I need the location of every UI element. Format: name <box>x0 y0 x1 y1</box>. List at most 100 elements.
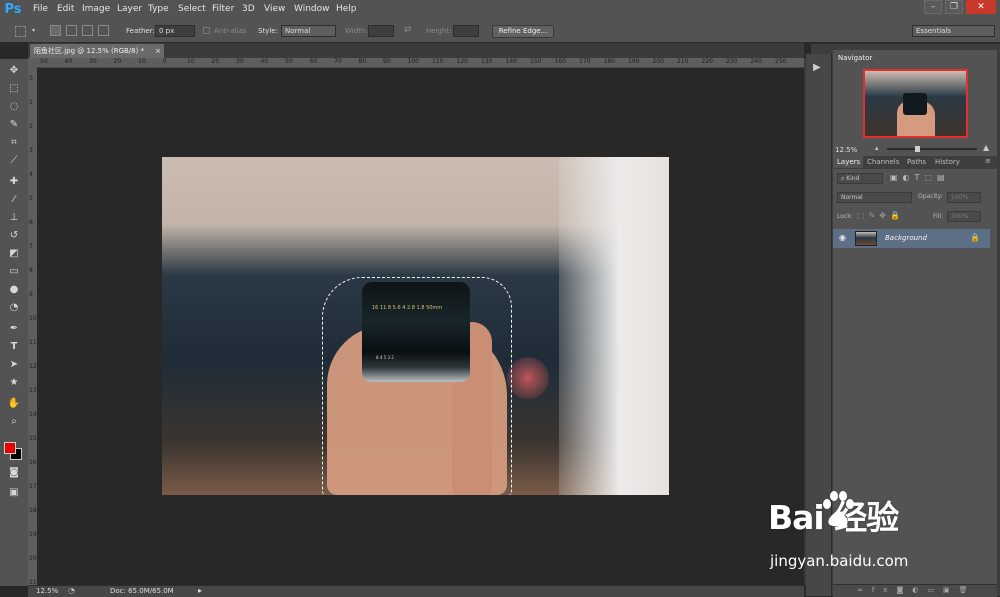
ruler-top-tick: 10 <box>138 58 146 65</box>
add-to-selection-icon[interactable] <box>66 25 77 36</box>
ruler-top-tick: 220 <box>701 58 713 65</box>
foreground-color-swatch[interactable] <box>4 442 16 454</box>
marquee-preset-icon[interactable] <box>15 26 26 37</box>
navigator-zoom-slider[interactable] <box>887 148 977 150</box>
navigator-thumbnail[interactable] <box>863 69 968 138</box>
clone-stamp-tool-icon[interactable]: ⊥ <box>6 210 22 225</box>
screen-mode-icon[interactable]: ▣ <box>6 485 22 500</box>
ruler-left-tick: 5 <box>29 195 33 202</box>
menu-layer[interactable]: Layer <box>117 3 142 16</box>
tab-history[interactable]: History <box>935 156 960 168</box>
quick-selection-tool-icon[interactable]: ✎ <box>6 117 22 132</box>
fill-input[interactable]: 100% <box>947 211 981 222</box>
eraser-tool-icon[interactable]: ◩ <box>6 246 22 261</box>
path-selection-tool-icon[interactable]: ➤ <box>6 357 22 372</box>
workspace-select[interactable]: Essentials <box>912 25 995 37</box>
tab-navigator[interactable]: Navigator <box>833 52 877 64</box>
ruler-origin[interactable] <box>28 58 37 67</box>
eye-visibility-icon[interactable]: ◉ <box>839 233 846 242</box>
eyedropper-tool-icon[interactable]: ⟋ <box>6 153 22 168</box>
menu-help[interactable]: Help <box>336 3 357 16</box>
pen-tool-icon[interactable]: ✒ <box>6 321 22 336</box>
width-input[interactable] <box>368 25 394 37</box>
marquee-tool-icon[interactable]: ⬚ <box>6 81 22 96</box>
filter-kind-select[interactable]: ⌕ Kind <box>837 173 883 184</box>
zoom-tool-icon[interactable]: ⌕ <box>6 414 22 429</box>
selection-marquee[interactable] <box>322 277 512 495</box>
filter-icons[interactable]: ▣◐T⬚▤ <box>890 173 950 182</box>
status-arrow-icon[interactable]: ▸ <box>198 586 202 595</box>
menu-3d[interactable]: 3D <box>242 3 255 16</box>
status-info-icon[interactable]: ◔ <box>68 586 75 595</box>
close-button[interactable]: ✕ <box>966 0 996 14</box>
crop-tool-icon[interactable]: ⌗ <box>6 135 22 150</box>
ruler-top-tick: 80 <box>358 58 367 65</box>
layer-action-icons[interactable]: ∞fx◙◐▭▣🗑 <box>857 586 976 594</box>
horizontal-ruler[interactable]: 50 40 30 20 10 0 10 20 30 40 50 60 70 80 90 100 110 120 13… <box>37 58 805 68</box>
menu-edit[interactable]: Edit <box>57 3 74 16</box>
play-actions-icon[interactable]: ▶ <box>813 62 821 73</box>
style-select[interactable]: Normal <box>281 25 336 37</box>
new-selection-icon[interactable] <box>50 25 61 36</box>
opacity-label: Opacity: <box>918 193 943 200</box>
tab-layers[interactable]: Layers <box>833 156 863 168</box>
blur-tool-icon[interactable]: ● <box>6 282 22 297</box>
ruler-top-tick: 40 <box>260 58 269 65</box>
status-zoom[interactable]: 12.5% <box>36 587 58 595</box>
tab-paths[interactable]: Paths <box>907 156 926 168</box>
refine-edge-button[interactable]: Refine Edge... <box>492 25 554 38</box>
menu-filter[interactable]: Filter <box>212 3 234 16</box>
maximize-button[interactable]: ❐ <box>945 0 963 14</box>
layer-lock-icon: 🔒 <box>970 233 980 242</box>
swap-icon[interactable]: ⇄ <box>404 25 412 35</box>
tab-channels[interactable]: Channels <box>867 156 899 168</box>
menu-file[interactable]: File <box>33 3 48 16</box>
ruler-top-tick: 40 <box>64 58 73 65</box>
gradient-tool-icon[interactable]: ▭ <box>6 264 22 279</box>
blend-mode-select[interactable]: Normal <box>837 192 912 203</box>
lasso-tool-icon[interactable]: ◌ <box>6 99 22 114</box>
ruler-left-tick: 4 <box>29 171 33 178</box>
lock-icons[interactable]: ⬚✎✥🔒 <box>857 211 904 220</box>
menu-window[interactable]: Window <box>294 3 330 16</box>
feather-input[interactable]: 0 px <box>155 25 195 37</box>
subtract-selection-icon[interactable] <box>82 25 93 36</box>
menu-view[interactable]: View <box>264 3 285 16</box>
type-tool-icon[interactable]: T <box>6 339 22 354</box>
anti-alias-checkbox[interactable] <box>203 27 210 34</box>
shape-tool-icon[interactable]: ★ <box>6 375 22 390</box>
healing-brush-tool-icon[interactable]: ✚ <box>6 174 22 189</box>
minimize-button[interactable]: – <box>924 0 942 14</box>
layer-name[interactable]: Background <box>885 234 927 242</box>
layer-row-background[interactable]: ◉ Background 🔒 <box>833 229 990 248</box>
dodge-tool-icon[interactable]: ◔ <box>6 300 22 315</box>
navigator-zoom-slider-knob[interactable] <box>915 146 920 152</box>
zoom-out-icon[interactable]: ▴ <box>875 144 879 152</box>
ruler-top-tick: 190 <box>628 58 640 65</box>
navigator-zoom-value[interactable]: 12.5% <box>835 146 857 154</box>
height-input[interactable] <box>453 25 479 37</box>
quick-mask-icon[interactable]: ◙ <box>6 465 22 480</box>
intersect-selection-icon[interactable] <box>98 25 109 36</box>
ruler-top-tick: 100 <box>407 58 419 65</box>
hand-tool-icon[interactable]: ✋ <box>6 396 22 411</box>
baidu-jingyan-watermark: Bai 经验 jingyan.baidu.com <box>768 491 978 576</box>
ruler-top-tick: 200 <box>652 58 664 65</box>
document-image[interactable]: 16 11 8 5.6 4 2.8 1.8 50mm 8 4 5 3 2 <box>162 157 669 495</box>
height-label: Height: <box>426 27 452 35</box>
close-tab-icon[interactable]: × <box>155 44 161 58</box>
move-tool-icon[interactable]: ✥ <box>6 63 22 78</box>
status-bar: 12.5% ◔ Doc: 65.0M/65.0M ▸ <box>28 585 804 597</box>
menu-select[interactable]: Select <box>178 3 206 16</box>
ruler-left-tick: 16 <box>29 459 37 466</box>
menu-image[interactable]: Image <box>82 3 110 16</box>
chevron-down-icon[interactable]: ▾ <box>32 27 35 34</box>
panel-menu-icon[interactable]: ≡ <box>985 157 991 165</box>
opacity-input[interactable]: 100% <box>947 192 981 203</box>
menu-type[interactable]: Type <box>148 3 169 16</box>
ruler-top-tick: 10 <box>187 58 195 65</box>
document-tab[interactable]: 陌鱼社区.jpg @ 12.5% (RGB/8) * × <box>30 44 164 58</box>
history-brush-tool-icon[interactable]: ↺ <box>6 228 22 243</box>
brush-tool-icon[interactable]: ⁄ <box>6 192 22 207</box>
zoom-in-icon[interactable]: ▲ <box>983 143 989 152</box>
